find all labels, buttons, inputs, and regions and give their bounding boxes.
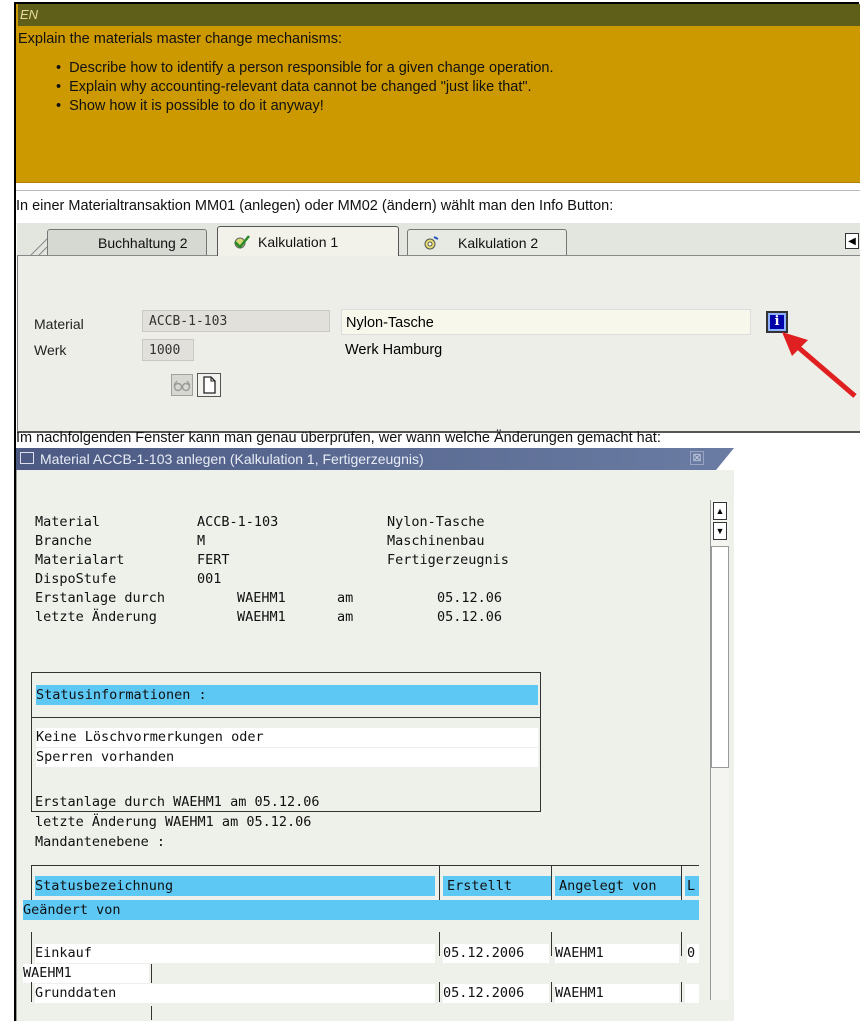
table-line	[551, 932, 552, 956]
document-icon	[203, 376, 216, 394]
value: Nylon-Tasche	[387, 514, 485, 530]
material-field: ACCB-1-103	[142, 310, 330, 332]
table-line	[551, 865, 552, 900]
table-line	[151, 1006, 152, 1020]
status-title: Statusinformationen :	[36, 685, 538, 705]
table-cell: 05.12.2006	[443, 984, 549, 1003]
werk-field: 1000	[142, 339, 194, 361]
table-line	[31, 865, 32, 900]
sap-tab-panel: Buchhaltung 2 Kalkulation 1 Kalkulation …	[17, 223, 860, 433]
tab-strip: Buchhaltung 2 Kalkulation 1 Kalkulation …	[17, 223, 860, 257]
value: 05.12.06	[437, 609, 503, 625]
table-cell: 0	[687, 944, 699, 963]
task-header: EN Explain the materials master change m…	[16, 4, 860, 183]
table-cell: WAEHM1	[555, 944, 679, 963]
task-bullets: Describe how to identify a person respon…	[56, 59, 554, 116]
language-bar: EN	[18, 4, 860, 26]
label: letzte Änderung	[35, 609, 157, 625]
summary-line: Erstanlage durch WAEHM1 am 05.12.06	[35, 794, 320, 810]
table-line	[439, 932, 440, 956]
table-cell	[685, 984, 699, 1003]
gear-icon	[424, 236, 439, 250]
bullet-item: Explain why accounting-relevant data can…	[56, 78, 554, 97]
table-cell: WAEHM1	[23, 964, 149, 983]
summary-line: Mandantenebene :	[35, 834, 166, 850]
status-line: Sperren vorhanden	[36, 748, 538, 767]
window-title-bar[interactable]: Material ACCB-1-103 anlegen (Kalkulation…	[16, 448, 734, 470]
caption-info-button: In einer Materialtransaktion MM01 (anleg…	[16, 198, 614, 214]
caption-window: Im nachfolgenden Fenster kann man genau …	[16, 430, 661, 446]
table-line	[439, 865, 440, 900]
werk-label: Werk	[34, 342, 67, 358]
table-line	[681, 932, 682, 956]
value: FERT	[197, 552, 230, 568]
col-header-angelegt-von: Angelegt von	[555, 876, 681, 896]
vertical-scrollbar[interactable]: ▲ ▼	[710, 500, 729, 1000]
table-top-border	[31, 865, 699, 866]
tab-content: Material ACCB-1-103 Nylon-Tasche i Werk …	[17, 256, 860, 433]
tab-label: Buchhaltung 2	[98, 235, 188, 251]
value: am	[337, 590, 354, 606]
value: WAEHM1	[237, 609, 286, 625]
value: Fertigerzeugnis	[387, 552, 509, 568]
window-icon	[20, 452, 34, 464]
value: WAEHM1	[237, 590, 286, 606]
table-cell: 05.12.2006	[443, 944, 549, 963]
scroll-up-button[interactable]: ▲	[713, 502, 727, 520]
table-line	[681, 865, 682, 900]
tab-buchhaltung-2[interactable]: Buchhaltung 2	[47, 229, 207, 255]
label: DispoStufe	[35, 571, 117, 587]
tab-label: Kalkulation 2	[458, 235, 539, 251]
display-button[interactable]	[171, 374, 193, 396]
window-title: Material ACCB-1-103 anlegen (Kalkulation…	[40, 451, 424, 467]
table-cell: WAEHM1	[555, 984, 679, 1003]
tab-kalkulation-1[interactable]: Kalkulation 1	[217, 226, 399, 256]
material-label: Material	[34, 316, 84, 332]
scroll-thumb[interactable]	[711, 546, 729, 768]
label: Erstanlage durch	[35, 590, 166, 606]
value: Maschinenbau	[387, 533, 485, 549]
col-header-erstellt: Erstellt	[443, 876, 551, 896]
value: M	[197, 533, 206, 549]
checkmark-icon	[234, 235, 250, 249]
label: Materialart	[35, 552, 125, 568]
tab-kalkulation-2[interactable]: Kalkulation 2	[407, 229, 567, 255]
table-line	[31, 982, 32, 1002]
bullet-item: Show how it is possible to do it anyway!	[56, 97, 554, 116]
task-intro: Explain the materials master change mech…	[18, 31, 342, 47]
label: Material	[35, 514, 101, 530]
tab-label: Kalkulation 1	[258, 234, 339, 250]
glasses-icon	[173, 380, 191, 392]
werk-description: Werk Hamburg	[345, 342, 443, 358]
table-cell: Grunddaten	[35, 984, 435, 1003]
value: 001	[197, 571, 222, 587]
divider	[16, 190, 860, 191]
value: am	[337, 609, 354, 625]
col-header-geaendert-von: Geändert von	[23, 900, 699, 920]
divider	[32, 717, 540, 718]
value: 05.12.06	[437, 590, 503, 606]
material-description: Nylon-Tasche	[341, 309, 751, 335]
status-line: Keine Löschvormerkungen oder	[36, 728, 538, 747]
table-line	[551, 982, 552, 1002]
table-cell: Einkauf	[35, 944, 435, 963]
label: Branche	[35, 533, 92, 549]
material-info-window: Material ACCB-1-103 anlegen (Kalkulation…	[16, 448, 734, 1021]
bullet-item: Describe how to identify a person respon…	[56, 59, 553, 78]
summary-line: letzte Änderung WAEHM1 am 05.12.06	[35, 814, 312, 830]
tab-scroll-left-button[interactable]: ◀	[845, 233, 859, 249]
close-button[interactable]: ⊠	[690, 451, 704, 465]
table-line	[439, 982, 440, 1002]
table-line	[151, 964, 152, 983]
value: ACCB-1-103	[197, 514, 279, 530]
create-document-button[interactable]	[197, 373, 221, 397]
col-header-status: Statusbezeichnung	[35, 876, 435, 896]
red-arrow-annotation	[782, 332, 857, 398]
col-header-l: L	[685, 876, 699, 896]
scroll-down-button[interactable]: ▼	[713, 522, 727, 540]
status-info-box: Statusinformationen : Keine Löschvormerk…	[31, 672, 541, 812]
window-body: Material ACCB-1-103 Nylon-Tasche Branche…	[16, 470, 734, 1021]
table-line	[681, 982, 682, 1002]
